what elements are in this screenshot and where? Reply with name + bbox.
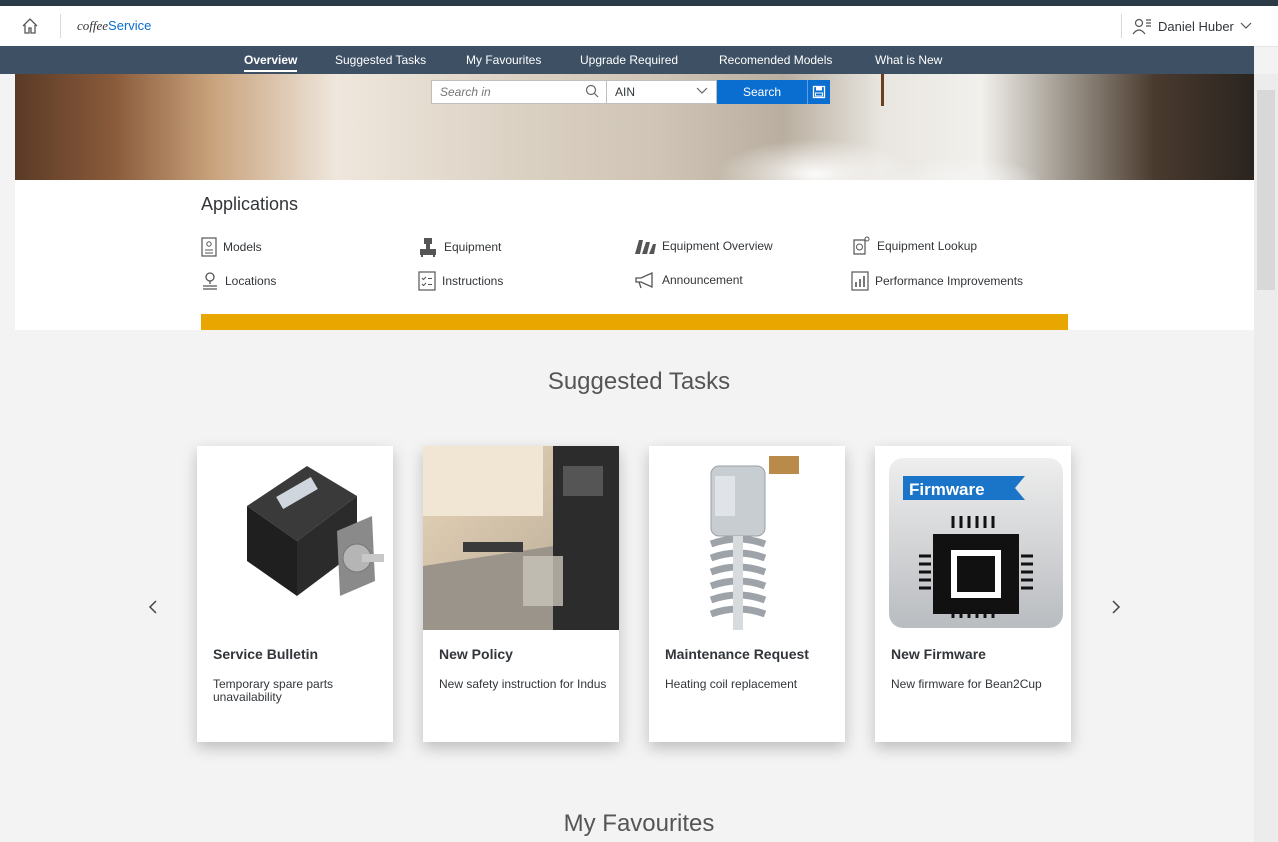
- app-logo[interactable]: coffeeService: [77, 18, 151, 34]
- search-button[interactable]: Search: [717, 80, 807, 104]
- app-label: Equipment Lookup: [877, 239, 978, 253]
- megaphone-icon: [635, 271, 653, 289]
- search-scope-select[interactable]: AIN: [607, 80, 717, 104]
- tab-upgrade-required[interactable]: Upgrade Required: [580, 46, 678, 74]
- document-icon: [201, 237, 217, 257]
- firmware-chip-image: Firmware: [875, 446, 1071, 630]
- app-label: Locations: [225, 274, 277, 288]
- shell-divider: [60, 14, 61, 38]
- tab-what-is-new[interactable]: What is New: [875, 46, 942, 74]
- search-scope-value: AIN: [615, 85, 636, 99]
- tab-suggested-tasks[interactable]: Suggested Tasks: [335, 46, 426, 74]
- app-label: Equipment Overview: [662, 239, 773, 253]
- app-equipment-overview[interactable]: Equipment Overview: [634, 237, 773, 255]
- save-icon: [812, 85, 826, 99]
- card-description: Heating coil replacement: [665, 677, 798, 691]
- chevron-right-icon: [1112, 600, 1121, 614]
- user-menu[interactable]: Daniel Huber: [1132, 17, 1252, 35]
- app-frame: coffeeService Daniel Huber Overview Sugg…: [0, 0, 1278, 842]
- checklist-icon: [418, 271, 436, 291]
- card-description: Temporary spare parts unavailability: [213, 677, 334, 704]
- nav-bar: Overview Suggested Tasks My Favourites U…: [0, 46, 1254, 74]
- app-locations[interactable]: Locations: [201, 271, 276, 291]
- card-title: Maintenance Request: [665, 646, 809, 662]
- user-name: Daniel Huber: [1158, 18, 1234, 34]
- machine-icon: [420, 238, 436, 257]
- search-icon[interactable]: [585, 84, 599, 98]
- app-label: Announcement: [662, 273, 743, 287]
- my-favourites-title: My Favourites: [563, 810, 715, 837]
- task-card-maintenance-request[interactable]: Maintenance Request Heating coil replace…: [649, 446, 845, 742]
- location-icon: [203, 272, 217, 290]
- app-instructions[interactable]: Instructions: [418, 271, 503, 291]
- carousel-prev-button[interactable]: [148, 598, 158, 621]
- task-card-new-policy[interactable]: New Policy New safety instruction for In…: [423, 446, 619, 742]
- card-description: New safety instruction for Indus: [439, 677, 607, 691]
- factory-icon: [635, 240, 656, 254]
- save-search-button[interactable]: [807, 80, 830, 104]
- chevron-down-icon: [1240, 22, 1252, 29]
- search-input[interactable]: [431, 80, 607, 104]
- card-title: Service Bulletin: [213, 646, 319, 662]
- app-equipment-lookup[interactable]: Equipment Lookup: [851, 236, 977, 256]
- home-button[interactable]: [16, 14, 44, 38]
- app-performance-improvements[interactable]: Performance Improvements: [851, 271, 1023, 291]
- shell-bar: coffeeService Daniel Huber: [0, 6, 1278, 47]
- carousel-next-button[interactable]: [1111, 598, 1121, 621]
- logo-prefix: coffee: [77, 18, 109, 33]
- logo-suffix: Service: [108, 18, 152, 33]
- user-divider: [1121, 14, 1122, 38]
- suggested-tasks-title: Suggested Tasks: [547, 368, 731, 395]
- app-label: Equipment: [444, 240, 502, 254]
- tab-my-favourites[interactable]: My Favourites: [466, 46, 541, 74]
- scrollbar-thumb[interactable]: [1257, 90, 1275, 290]
- user-icon: [1132, 18, 1151, 35]
- firmware-label: Firmware: [909, 480, 985, 499]
- chevron-down-icon: [696, 87, 708, 94]
- highlight-bar: [201, 314, 1068, 330]
- app-announcement[interactable]: Announcement: [634, 271, 743, 289]
- task-card-service-bulletin[interactable]: Service Bulletin Temporary spare parts u…: [197, 446, 393, 742]
- tab-recomended-models[interactable]: Recomended Models: [719, 46, 832, 74]
- home-icon: [22, 18, 38, 34]
- search-field: [431, 80, 607, 104]
- app-label: Models: [223, 240, 262, 254]
- search-bar: AIN Search: [431, 80, 830, 104]
- app-equipment[interactable]: Equipment: [418, 237, 501, 257]
- card-title: New Firmware: [891, 646, 986, 662]
- stepper-motor-image: [197, 446, 393, 630]
- heating-coil-image: [649, 446, 845, 630]
- task-card-new-firmware[interactable]: Firmware New Firmware New firmware for B…: [875, 446, 1071, 742]
- chevron-left-icon: [148, 600, 157, 614]
- lookup-icon: [853, 236, 870, 255]
- card-title: New Policy: [439, 646, 513, 662]
- tab-overview[interactable]: Overview: [244, 46, 298, 74]
- app-label: Performance Improvements: [875, 274, 1024, 288]
- chart-document-icon: [851, 271, 869, 291]
- app-label: Instructions: [442, 274, 504, 288]
- coffee-stream: [881, 74, 884, 106]
- card-description: New firmware for Bean2Cup: [891, 677, 1042, 691]
- applications-title: Applications: [201, 194, 299, 214]
- app-models[interactable]: Models: [201, 237, 262, 257]
- coffee-machine-image: [423, 446, 619, 630]
